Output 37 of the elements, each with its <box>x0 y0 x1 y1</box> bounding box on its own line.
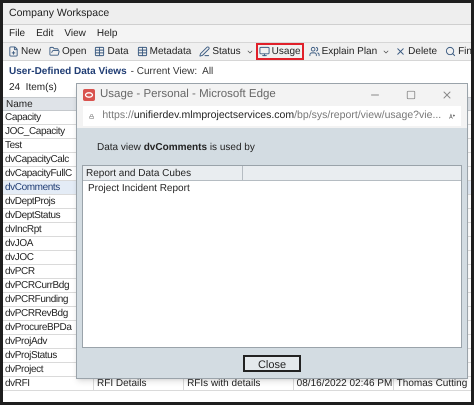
item-count: 24 Item(s) <box>9 81 57 95</box>
window-title: Company Workspace <box>9 6 110 21</box>
close-button[interactable]: Close <box>243 354 301 372</box>
app-logo-icon <box>83 89 95 101</box>
toolbar-button[interactable]: Open <box>46 43 90 60</box>
url-text: https://unifierdev.mlmprojectservices.com/bp/sys/report/view/usage?vie... <box>102 108 442 124</box>
search-icon <box>445 46 456 57</box>
view-title: User-Defined Data Views <box>9 64 127 78</box>
toolbar-button[interactable]: Usage <box>256 43 304 60</box>
menu-item[interactable]: File <box>9 26 26 41</box>
menu-item[interactable]: Edit <box>36 26 54 41</box>
people-icon <box>308 46 320 57</box>
toolbar-button[interactable]: Data <box>91 43 132 60</box>
monitor-icon <box>258 46 270 57</box>
table-icon <box>94 46 106 57</box>
toolbar-button[interactable]: Explain Plan <box>306 43 380 60</box>
pencil-icon <box>199 46 210 57</box>
close-icon <box>395 46 406 57</box>
table-cell-text: Project Incident Report <box>87 182 191 196</box>
table-icon <box>136 46 148 57</box>
address-bar[interactable]: https://unifierdev.mlmprojectservices.com/bp/sys/report/view/usage?vie... <box>83 106 461 126</box>
toolbar-button[interactable]: Status <box>196 43 244 60</box>
menu-item[interactable]: View <box>64 26 86 41</box>
close-icon[interactable] <box>441 89 453 101</box>
maximize-icon[interactable] <box>406 90 416 100</box>
folder-icon <box>49 46 60 57</box>
toolbar-button[interactable]: New <box>5 43 44 60</box>
usage-message: Data view dvComments is used by <box>97 142 255 153</box>
table-cell[interactable]: dvRFI <box>3 376 93 391</box>
dialog-title: Usage - Personal - Microsoft Edge <box>100 87 277 102</box>
menu-item[interactable]: Help <box>96 26 118 41</box>
toolbar-button[interactable]: Metadata <box>134 43 194 60</box>
current-view-label: - Current View: All <box>130 64 214 78</box>
column-header[interactable]: Name <box>6 96 33 112</box>
toolbar-button[interactable]: Delete <box>392 43 440 60</box>
new-file-icon <box>8 46 19 57</box>
toolbar-button[interactable]: Fin <box>442 43 471 60</box>
